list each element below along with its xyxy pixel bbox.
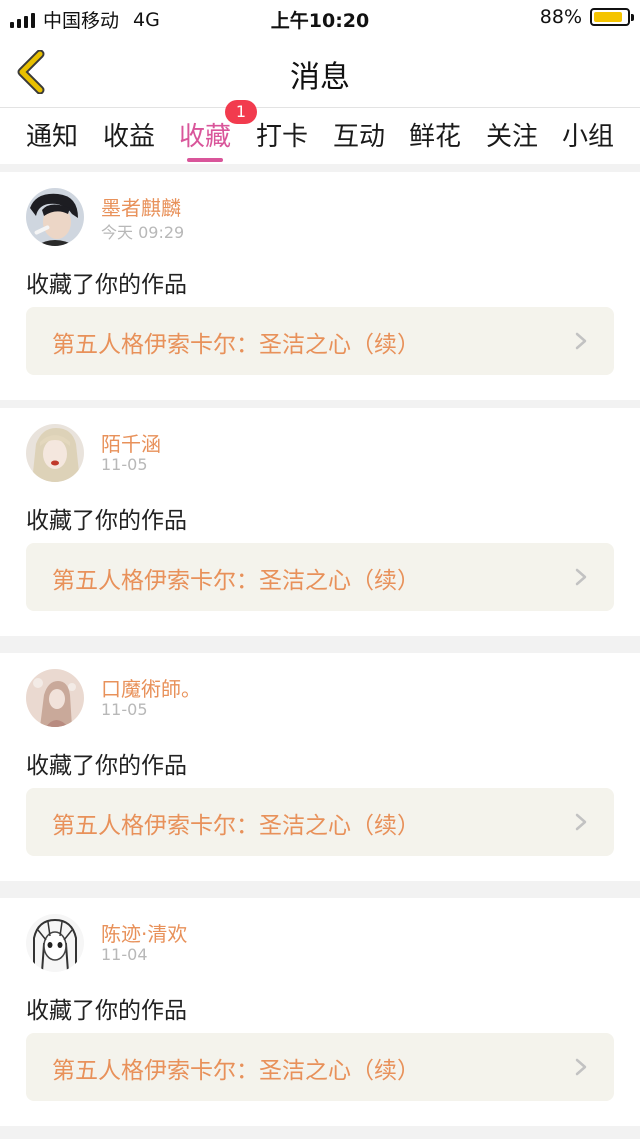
user-name[interactable]: 陈迹·清欢 <box>101 918 187 947</box>
timestamp: 11-05 <box>101 700 148 719</box>
notification-message: 收藏了你的作品 <box>26 753 187 779</box>
work-title: 第五人格伊索卡尔：圣洁之心（续） <box>52 332 420 358</box>
notification-message: 收藏了你的作品 <box>26 508 187 534</box>
avatar[interactable] <box>26 669 84 727</box>
favorites-badge: 1 <box>225 100 257 124</box>
timestamp: 11-05 <box>101 455 148 474</box>
status-right: 88% <box>539 6 634 28</box>
user-name[interactable]: 墨者麒麟 <box>101 192 181 221</box>
tab-interaction[interactable]: 互动 <box>333 116 385 153</box>
page-title: 消息 <box>290 60 350 95</box>
work-title: 第五人格伊索卡尔：圣洁之心（续） <box>52 1058 420 1084</box>
tab-flowers[interactable]: 鲜花 <box>409 116 461 153</box>
battery-icon <box>590 8 634 26</box>
work-link[interactable]: 第五人格伊索卡尔：圣洁之心（续） <box>26 1033 614 1101</box>
battery-fill <box>594 12 623 22</box>
chevron-right-icon <box>575 568 587 586</box>
tab-earnings[interactable]: 收益 <box>103 116 155 153</box>
work-link[interactable]: 第五人格伊索卡尔：圣洁之心（续） <box>26 307 614 375</box>
notification-card: 陌千涵 11-05 收藏了你的作品 第五人格伊索卡尔：圣洁之心（续） <box>0 408 640 636</box>
timestamp: 11-04 <box>101 945 148 964</box>
work-link[interactable]: 第五人格伊索卡尔：圣洁之心（续） <box>26 788 614 856</box>
nav-bar: 消息 <box>0 36 640 108</box>
notification-card: 墨者麒麟 今天 09:29 收藏了你的作品 第五人格伊索卡尔：圣洁之心（续） <box>0 172 640 400</box>
chevron-right-icon <box>575 813 587 831</box>
notification-card: 陈迹·清欢 11-04 收藏了你的作品 第五人格伊索卡尔：圣洁之心（续） <box>0 898 640 1126</box>
tab-notifications[interactable]: 通知 <box>26 116 78 153</box>
avatar[interactable] <box>26 188 84 246</box>
notification-card: 口魔術師。 11-05 收藏了你的作品 第五人格伊索卡尔：圣洁之心（续） <box>0 653 640 881</box>
active-tab-indicator <box>187 158 224 162</box>
notification-message: 收藏了你的作品 <box>26 272 187 298</box>
tab-groups[interactable]: 小组 <box>562 116 614 153</box>
tab-following[interactable]: 关注 <box>486 116 538 153</box>
notification-message: 收藏了你的作品 <box>26 998 187 1024</box>
user-name[interactable]: 口魔術師。 <box>101 673 201 702</box>
avatar[interactable] <box>26 424 84 482</box>
tab-checkin[interactable]: 打卡 <box>256 116 308 153</box>
chevron-right-icon <box>575 332 587 350</box>
user-name[interactable]: 陌千涵 <box>101 428 161 457</box>
status-bar: 中国移动 4G 上午10:20 88% <box>0 0 640 36</box>
avatar[interactable] <box>26 914 84 972</box>
work-title: 第五人格伊索卡尔：圣洁之心（续） <box>52 568 420 594</box>
tab-favorites[interactable]: 收藏 <box>179 116 231 162</box>
battery-percent: 88% <box>539 6 582 28</box>
timestamp: 今天 09:29 <box>101 223 185 242</box>
tab-bar: 通知 收益 收藏 打卡 互动 鲜花 关注 小组 <box>0 108 640 164</box>
work-link[interactable]: 第五人格伊索卡尔：圣洁之心（续） <box>26 543 614 611</box>
chevron-right-icon <box>575 1058 587 1076</box>
work-title: 第五人格伊索卡尔：圣洁之心（续） <box>52 813 420 839</box>
